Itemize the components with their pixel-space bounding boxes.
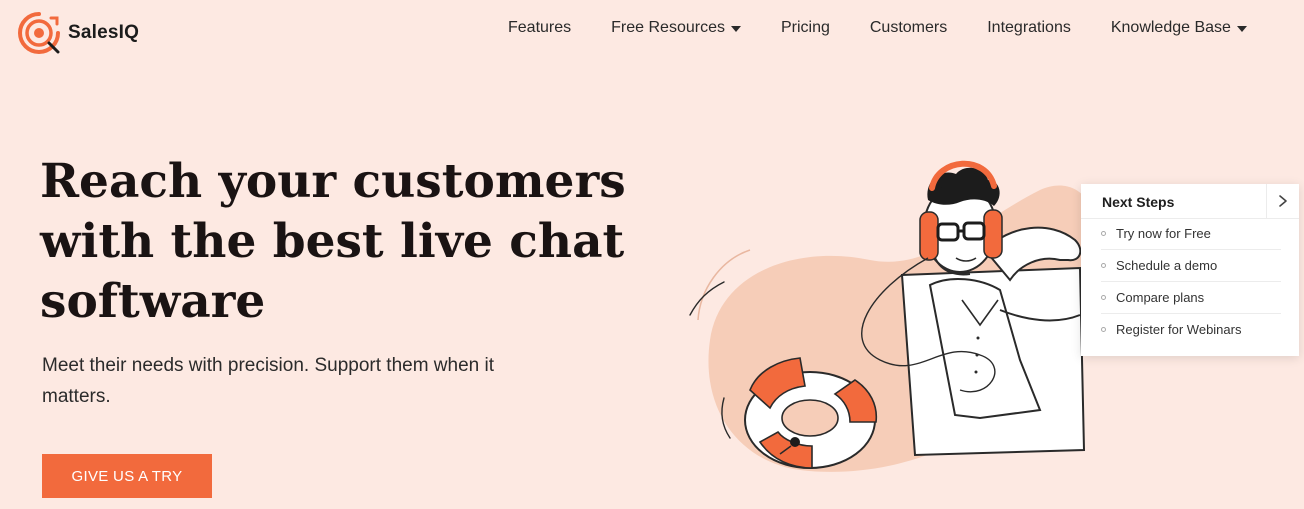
next-step-try-now[interactable]: Try now for Free <box>1101 218 1281 250</box>
give-us-a-try-button[interactable]: GIVE US A TRY <box>42 454 212 498</box>
caret-down-icon <box>1236 26 1247 32</box>
nav-item-label: Knowledge Base <box>1110 19 1231 36</box>
bullet-icon <box>1101 263 1106 268</box>
nav-item-label: Pricing <box>780 19 830 36</box>
next-steps-widget: Next Steps Try now for Free Schedule a d… <box>1081 184 1299 356</box>
next-step-schedule-demo[interactable]: Schedule a demo <box>1101 250 1281 282</box>
chevron-right-icon <box>1279 195 1287 207</box>
nav-item-knowledge-base[interactable]: Knowledge Base <box>1111 19 1247 37</box>
salesiq-logo-icon <box>18 12 60 54</box>
nav-item-integrations[interactable]: Integrations <box>987 19 1071 37</box>
nav-item-pricing[interactable]: Pricing <box>781 19 830 37</box>
brand-name: SalesIQ <box>68 22 140 43</box>
next-steps-toggle-button[interactable] <box>1266 184 1299 218</box>
nav-item-label: Integrations <box>987 19 1071 36</box>
bullet-icon <box>1101 231 1106 236</box>
next-step-label: Schedule a demo <box>1116 258 1218 273</box>
next-steps-header: Next Steps <box>1081 184 1299 219</box>
main-nav: Features Free Resources Pricing Customer… <box>508 19 1247 37</box>
caret-down-icon <box>730 26 741 32</box>
brand-logo[interactable]: SalesIQ <box>18 12 139 54</box>
next-step-label: Compare plans <box>1116 290 1205 305</box>
headphone-cup-right <box>983 209 1003 259</box>
next-step-register-webinars[interactable]: Register for Webinars <box>1101 314 1281 345</box>
support-agent-illustration <box>689 160 1097 472</box>
hero-subtitle: Meet their needs with precision. Support… <box>42 355 495 407</box>
nav-item-label: Free Resources <box>611 19 725 36</box>
next-step-compare-plans[interactable]: Compare plans <box>1101 282 1281 314</box>
nav-item-label: Customers <box>869 19 948 36</box>
nav-item-label: Features <box>508 19 572 36</box>
bullet-icon <box>1101 327 1106 332</box>
headphone-cup-left <box>919 211 939 261</box>
next-steps-list: Try now for Free Schedule a demo Compare… <box>1101 218 1281 345</box>
site-header: SalesIQ Features Free Resources Pricing … <box>0 0 1304 62</box>
nav-item-free-resources[interactable]: Free Resources <box>611 19 741 37</box>
next-step-label: Try now for Free <box>1116 226 1211 241</box>
next-step-label: Register for Webinars <box>1116 322 1242 337</box>
bullet-icon <box>1101 295 1106 300</box>
nav-item-features[interactable]: Features <box>508 19 571 37</box>
nav-item-customers[interactable]: Customers <box>870 19 947 37</box>
hero-title: Reach your customers with the best live … <box>40 154 626 329</box>
next-steps-title: Next Steps <box>1102 194 1175 210</box>
